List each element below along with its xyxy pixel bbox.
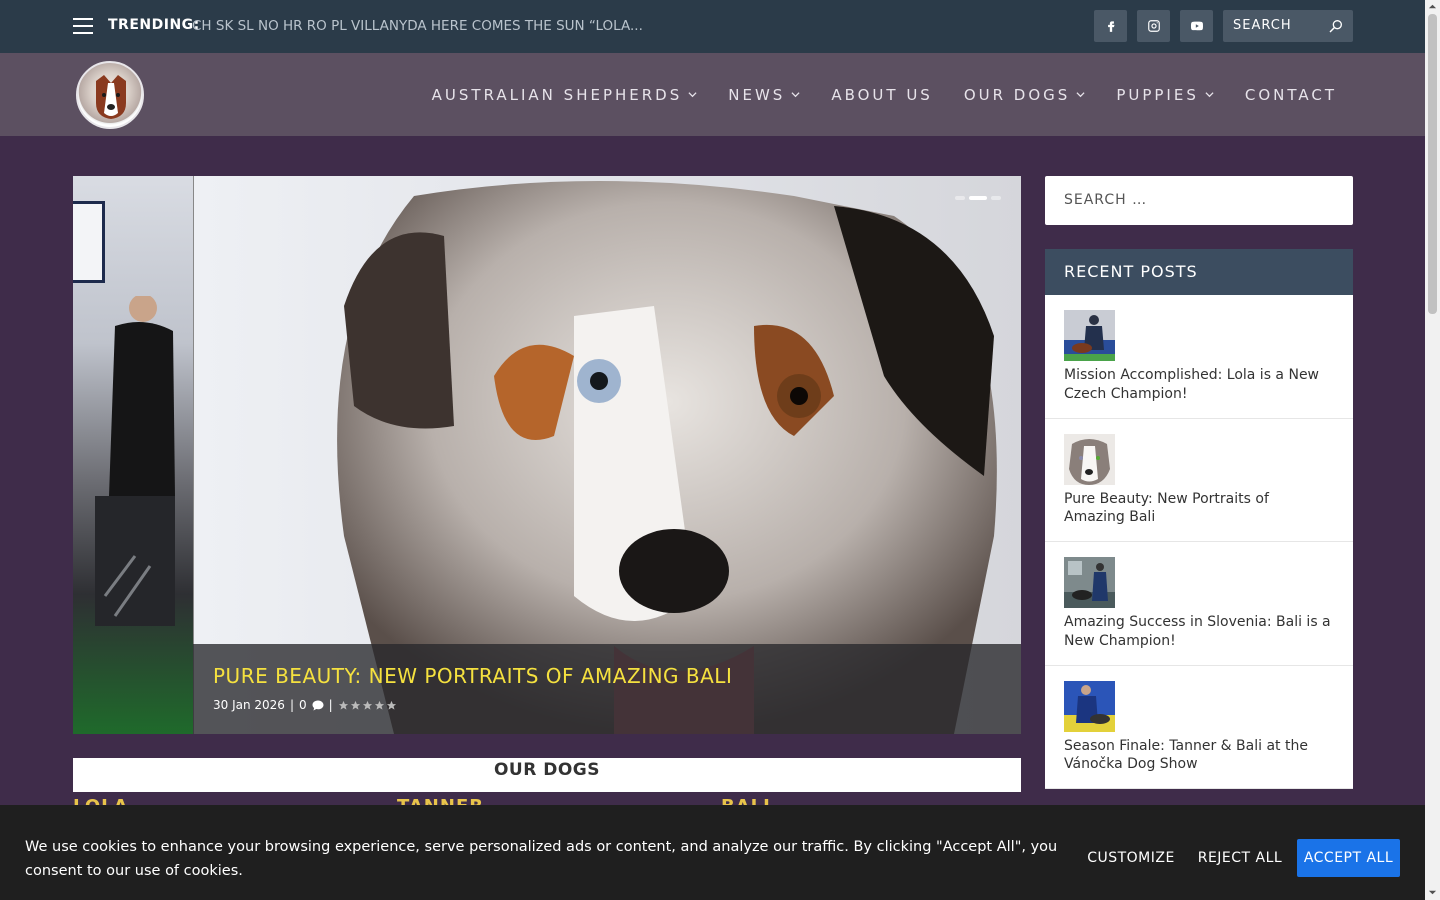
nav-item-label: OUR DOGS (963, 85, 1071, 104)
recent-post-title[interactable]: Pure Beauty: New Portraits of Amazing Ba… (1064, 490, 1334, 527)
cookie-consent-text: We use cookies to enhance your browsing … (25, 839, 1058, 879)
nav-item-label: ABOUT US (831, 85, 933, 104)
scroll-up-arrow-icon[interactable] (1428, 2, 1437, 11)
top-search-input[interactable]: SEARCH (1223, 10, 1353, 42)
slider-dots (955, 196, 1001, 200)
handler-photo (95, 296, 175, 626)
chevron-down-icon (688, 92, 697, 98)
star-icon[interactable] (374, 700, 385, 711)
nav-item-label: CONTACT (1244, 85, 1337, 104)
slide-date: 30 Jan 2026 (213, 698, 285, 712)
featured-slider[interactable]: PURE BEAUTY: NEW PORTRAITS OF AMAZING BA… (73, 176, 1021, 734)
slider-dot-1[interactable] (955, 196, 965, 200)
nav-item-puppies[interactable]: PUPPIES (1116, 86, 1214, 104)
cookie-consent-banner: We use cookies to enhance your browsing … (0, 805, 1425, 900)
recent-post-title[interactable]: Amazing Success in Slovenia: Bali is a N… (1064, 613, 1334, 650)
meta-separator: | (289, 698, 294, 712)
trending-link[interactable]: CH SK SL NO HR RO PL VILLANYDA HERE COME… (192, 18, 643, 34)
nav-item-label: AUSTRALIAN SHEPHERDS (431, 85, 683, 104)
nav-item-our-dogs[interactable]: OUR DOGS (964, 86, 1085, 104)
chevron-down-icon (1205, 92, 1214, 98)
recent-posts-list: Mission Accomplished: Lola is a New Czec… (1045, 295, 1353, 789)
previous-slide-preview[interactable] (73, 176, 193, 734)
scrollbar-thumb[interactable] (1428, 14, 1437, 314)
comment-icon (312, 700, 324, 710)
recent-post-thumbnail[interactable] (1064, 433, 1115, 485)
instagram-icon[interactable] (1137, 10, 1170, 42)
site-header: AUSTRALIAN SHEPHERDS NEWS ABOUT US OUR DOGS… (0, 53, 1425, 136)
nav-item-about-us[interactable]: ABOUT US (831, 86, 933, 104)
recent-post-thumbnail[interactable] (1064, 310, 1115, 361)
slide-meta: 30 Jan 2026 | 0 | (213, 698, 1001, 712)
chevron-down-icon (791, 92, 800, 98)
recent-post-thumbnail[interactable] (1064, 680, 1115, 732)
slide-caption: PURE BEAUTY: NEW PORTRAITS OF AMAZING BA… (193, 644, 1021, 734)
reject-all-button[interactable]: REJECT ALL (1192, 839, 1288, 877)
youtube-icon[interactable] (1180, 10, 1213, 42)
sidebar-search-placeholder: SEARCH … (1064, 192, 1148, 208)
recent-post-thumbnail[interactable] (1064, 557, 1115, 608)
slider-dot-2[interactable] (969, 196, 987, 200)
accept-all-button[interactable]: ACCEPT ALL (1297, 839, 1400, 877)
hamburger-menu-icon[interactable] (73, 18, 93, 34)
star-icon[interactable] (386, 700, 397, 711)
scroll-down-arrow-icon[interactable] (1428, 888, 1437, 897)
slide-title[interactable]: PURE BEAUTY: NEW PORTRAITS OF AMAZING BA… (213, 664, 1001, 688)
search-icon[interactable] (1328, 18, 1344, 34)
star-icon[interactable] (362, 700, 373, 711)
customize-button[interactable]: CUSTOMIZE (1082, 839, 1180, 877)
recent-post-item[interactable]: Amazing Success in Slovenia: Bali is a N… (1045, 542, 1353, 666)
meta-separator-2: | (328, 698, 333, 712)
nav-item-label: PUPPIES (1116, 85, 1199, 104)
recent-post-title[interactable]: Season Finale: Tanner & Bali at the Váno… (1064, 737, 1334, 774)
window-photo-detail (73, 201, 105, 283)
star-icon[interactable] (350, 700, 361, 711)
rating-stars (338, 700, 397, 711)
nav-item-australian-shepherds[interactable]: AUSTRALIAN SHEPHERDS (432, 86, 698, 104)
recent-post-item[interactable]: Mission Accomplished: Lola is a New Czec… (1045, 295, 1353, 419)
top-bar: TRENDING: CH SK SL NO HR RO PL VILLANYDA… (0, 0, 1425, 53)
page-scrollbar[interactable] (1425, 0, 1440, 900)
comment-count[interactable]: 0 (299, 698, 307, 712)
nav-item-news[interactable]: NEWS (728, 86, 800, 104)
star-icon[interactable] (338, 700, 349, 711)
our-dogs-heading-bar: OUR DOGS (73, 758, 1021, 792)
chevron-down-icon (1076, 92, 1085, 98)
facebook-icon[interactable] (1094, 10, 1127, 42)
slider-dot-3[interactable] (991, 196, 1001, 200)
main-nav: AUSTRALIAN SHEPHERDS NEWS ABOUT US OUR DOGS… (432, 53, 1337, 136)
recent-posts-heading: RECENT POSTS (1045, 249, 1353, 295)
sidebar-search-input[interactable]: SEARCH … (1045, 176, 1353, 225)
nav-item-label: NEWS (728, 85, 786, 104)
recent-post-title[interactable]: Mission Accomplished: Lola is a New Czec… (1064, 366, 1334, 403)
top-search-placeholder: SEARCH (1233, 18, 1292, 33)
nav-item-contact[interactable]: CONTACT (1245, 86, 1337, 104)
recent-post-item[interactable]: Pure Beauty: New Portraits of Amazing Ba… (1045, 419, 1353, 542)
site-logo[interactable] (76, 61, 144, 129)
our-dogs-heading: OUR DOGS (493, 760, 601, 780)
recent-post-item[interactable]: Season Finale: Tanner & Bali at the Váno… (1045, 666, 1353, 789)
trending-label: TRENDING: (108, 17, 200, 33)
